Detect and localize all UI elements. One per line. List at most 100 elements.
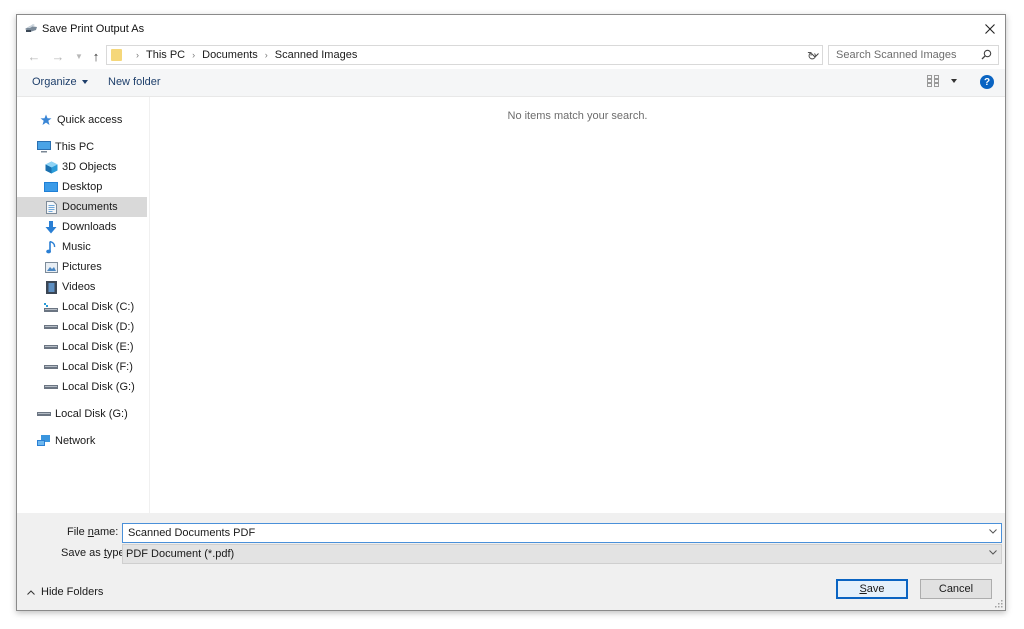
chevron-down-icon: ▼ xyxy=(75,51,83,61)
sidebar-item-downloads[interactable]: Downloads xyxy=(17,217,147,237)
navigation-bar: ← → ▼ ↑ › This PC › Documents › Scanned … xyxy=(17,43,1005,69)
arrow-left-icon: ← xyxy=(27,48,41,64)
sidebar-item-network[interactable]: Network xyxy=(17,431,147,451)
close-button[interactable] xyxy=(975,15,1005,43)
save-as-type-label: Save as type: xyxy=(61,547,128,559)
sidebar-item-label: Local Disk (G:) xyxy=(55,408,128,420)
up-button[interactable]: ↑ xyxy=(88,47,104,65)
search-placeholder: Search Scanned Images xyxy=(836,49,957,61)
drive-icon xyxy=(44,340,58,354)
sidebar-item-label: Local Disk (F:) xyxy=(62,361,133,373)
chevron-down-icon xyxy=(989,550,997,555)
save-button[interactable]: Save xyxy=(836,579,908,599)
chevron-up-icon xyxy=(27,589,35,595)
file-name-label: File name: xyxy=(67,526,119,538)
caret-down-icon xyxy=(81,80,88,85)
save-as-type-value: PDF Document (*.pdf) xyxy=(126,548,235,560)
sidebar-item-label: Local Disk (E:) xyxy=(62,341,134,353)
drive-icon xyxy=(37,407,51,421)
sidebar-item-this-pc[interactable]: This PC xyxy=(17,137,147,157)
sidebar-item-local-disk-g-root[interactable]: Local Disk (G:) xyxy=(17,404,147,424)
chevron-down-icon[interactable] xyxy=(989,529,997,534)
address-bar[interactable]: › This PC › Documents › Scanned Images xyxy=(106,45,823,65)
sidebar-item-local-disk-g[interactable]: Local Disk (G:) xyxy=(17,377,147,397)
sidebar-item-label: Documents xyxy=(62,201,118,213)
help-button[interactable]: ? xyxy=(980,75,994,89)
sidebar-item-pictures[interactable]: Pictures xyxy=(17,257,147,277)
navigation-pane: Quick access This PC 3D Objects Desktop … xyxy=(17,97,150,513)
cancel-button[interactable]: Cancel xyxy=(920,579,992,599)
breadcrumb-this-pc[interactable]: This PC xyxy=(146,49,185,61)
file-list-pane[interactable]: No items match your search. xyxy=(150,97,1005,513)
sidebar-item-label: Local Disk (G:) xyxy=(62,381,135,393)
breadcrumb-separator-icon: › xyxy=(192,50,196,60)
sidebar-item-label: Music xyxy=(62,241,91,253)
sidebar-item-label: Quick access xyxy=(57,114,123,126)
network-icon xyxy=(37,434,51,448)
breadcrumb-separator-icon: › xyxy=(264,50,268,60)
command-bar: Organize New folder ? xyxy=(17,69,1005,97)
search-icon xyxy=(981,49,992,60)
drive-icon xyxy=(44,380,58,394)
cube-icon xyxy=(44,160,58,174)
sidebar-item-label: Local Disk (C:) xyxy=(62,301,135,313)
search-input[interactable]: Search Scanned Images xyxy=(828,45,999,65)
sidebar-item-local-disk-d[interactable]: Local Disk (D:) xyxy=(17,317,147,337)
sidebar-item-quick-access[interactable]: Quick access xyxy=(17,110,147,130)
sidebar-item-3d-objects[interactable]: 3D Objects xyxy=(17,157,147,177)
sidebar-item-desktop[interactable]: Desktop xyxy=(17,177,147,197)
breadcrumb: › This PC › Documents › Scanned Images xyxy=(129,49,357,61)
breadcrumb-documents[interactable]: Documents xyxy=(202,49,258,61)
sidebar-item-label: Downloads xyxy=(62,221,117,233)
system-drive-icon xyxy=(44,300,58,314)
sidebar-item-music[interactable]: Music xyxy=(17,237,147,257)
sidebar-item-label: Desktop xyxy=(62,181,103,193)
drive-icon xyxy=(44,320,58,334)
drive-icon xyxy=(44,360,58,374)
save-as-type-select[interactable]: PDF Document (*.pdf) xyxy=(122,544,1002,564)
arrow-right-icon: → xyxy=(51,48,65,64)
sidebar-item-local-disk-f[interactable]: Local Disk (F:) xyxy=(17,357,147,377)
sidebar-item-videos[interactable]: Videos xyxy=(17,277,147,297)
desktop-icon xyxy=(44,180,58,194)
recent-locations-button[interactable]: ▼ xyxy=(71,47,87,65)
folder-icon xyxy=(111,49,122,61)
sidebar-item-documents[interactable]: Documents xyxy=(17,197,147,217)
breadcrumb-scanned-images[interactable]: Scanned Images xyxy=(275,49,358,61)
printer-icon xyxy=(25,24,37,32)
organize-button[interactable]: Organize xyxy=(32,76,88,88)
empty-message: No items match your search. xyxy=(507,110,648,122)
sidebar-item-label: 3D Objects xyxy=(62,161,117,173)
picture-icon xyxy=(44,260,58,274)
arrow-up-icon: ↑ xyxy=(92,48,100,64)
breadcrumb-separator-icon: › xyxy=(136,50,139,60)
sidebar-item-label: Network xyxy=(55,435,96,447)
star-icon xyxy=(39,113,53,127)
caret-down-icon xyxy=(951,79,957,83)
new-folder-button[interactable]: New folder xyxy=(108,76,161,88)
resize-grip-icon[interactable] xyxy=(995,600,1003,608)
music-icon xyxy=(44,240,58,254)
computer-icon xyxy=(37,140,51,154)
back-button[interactable]: ← xyxy=(26,47,42,65)
save-dialog: Save Print Output As ← → ▼ ↑ › This PC › xyxy=(16,14,1006,611)
download-icon xyxy=(44,220,58,234)
sidebar-item-label: This PC xyxy=(55,141,95,153)
view-options-icon xyxy=(927,75,939,87)
sidebar-item-label: Local Disk (D:) xyxy=(62,321,135,333)
sidebar-item-label: Videos xyxy=(62,281,96,293)
refresh-icon: ↻ xyxy=(806,49,818,63)
title-bar: Save Print Output As xyxy=(17,15,1005,43)
save-form: File name: Scanned Documents PDF Save as… xyxy=(17,513,1005,610)
view-options-button[interactable] xyxy=(927,75,957,87)
sidebar-item-local-disk-c[interactable]: Local Disk (C:) xyxy=(17,297,147,317)
sidebar-item-local-disk-e[interactable]: Local Disk (E:) xyxy=(17,337,147,357)
document-icon xyxy=(44,200,58,214)
refresh-button[interactable]: ↻ xyxy=(805,48,819,64)
file-name-input[interactable]: Scanned Documents PDF xyxy=(122,523,1002,543)
close-icon xyxy=(985,24,995,34)
forward-button[interactable]: → xyxy=(50,47,66,65)
hide-folders-button[interactable]: Hide Folders xyxy=(27,586,103,598)
sidebar-item-label: Pictures xyxy=(62,261,102,273)
file-name-value: Scanned Documents PDF xyxy=(128,527,256,539)
